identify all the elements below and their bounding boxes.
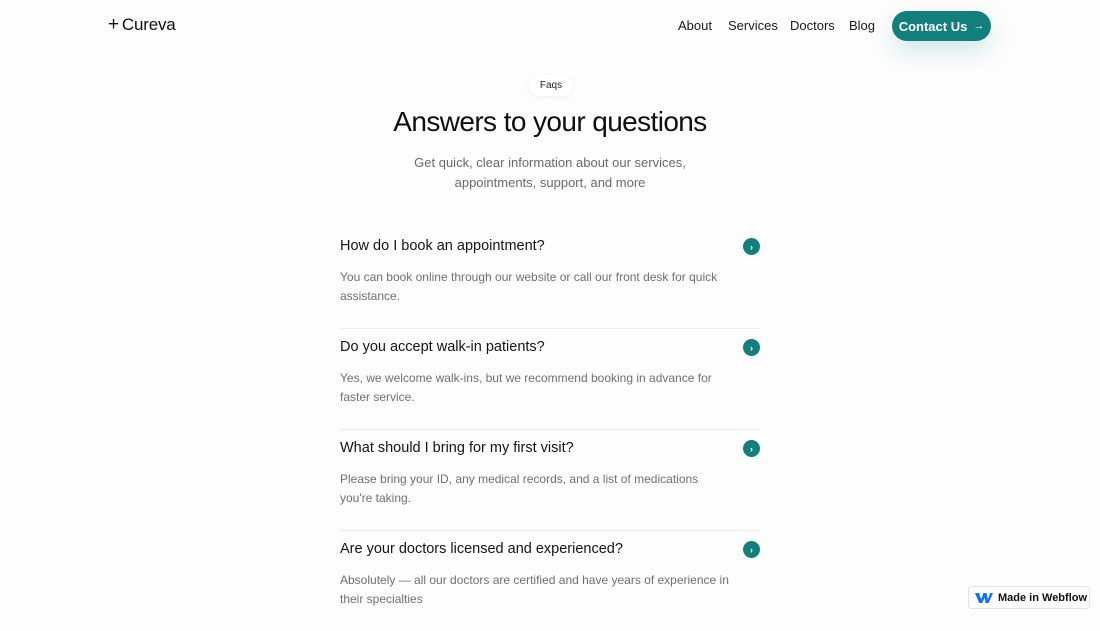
chevron-right-icon[interactable]: › <box>743 238 760 255</box>
nav-link-doctors[interactable]: Doctors <box>790 18 849 33</box>
nav-link-services[interactable]: Services <box>728 18 790 33</box>
contact-us-label: Contact Us <box>898 18 968 34</box>
faq-item[interactable]: Do you accept walk-in patients? › Yes, w… <box>340 329 760 430</box>
chevron-right-icon[interactable]: › <box>743 339 760 356</box>
page-title: Answers to your questions <box>393 106 707 137</box>
faq-question[interactable]: What should I bring for my first visit? <box>340 440 574 456</box>
navbar: + Cureva About Services Doctors Blog Con… <box>0 0 1100 52</box>
contact-us-button[interactable]: Contact Us → <box>892 11 991 41</box>
made-in-webflow-badge[interactable]: Made in Webflow <box>968 586 1090 609</box>
chevron-right-icon[interactable]: › <box>743 541 760 558</box>
faq-question[interactable]: Do you accept walk-in patients? <box>340 339 545 355</box>
faq-question[interactable]: Are your doctors licensed and experience… <box>340 541 623 557</box>
webflow-badge-label: Made in Webflow <box>998 591 1088 604</box>
brand-logo[interactable]: + Cureva <box>108 15 176 35</box>
faq-list: How do I book an appointment? › You can … <box>340 228 760 631</box>
faq-item[interactable]: How do I book an appointment? › You can … <box>340 228 760 329</box>
plus-icon: + <box>108 13 119 35</box>
faq-item[interactable]: What should I bring for my first visit? … <box>340 430 760 531</box>
nav-links: About Services Doctors Blog <box>678 18 889 33</box>
nav-link-about[interactable]: About <box>678 18 728 33</box>
arrow-right-icon: → <box>973 20 985 32</box>
chevron-right-icon[interactable]: › <box>743 440 760 457</box>
nav-link-blog[interactable]: Blog <box>849 18 889 33</box>
faq-question[interactable]: How do I book an appointment? <box>340 238 545 254</box>
faqs-badge: Faqs <box>529 75 573 96</box>
faq-answer: Please bring your ID, any medical record… <box>340 472 699 505</box>
webflow-logo-icon <box>975 592 993 603</box>
faq-answer: Yes, we welcome walk-ins, but we recomme… <box>340 371 712 404</box>
faq-answer: Absolutely — all our doctors are certifi… <box>340 573 729 606</box>
faq-answer: You can book online through our website … <box>340 270 718 303</box>
faq-item[interactable]: Are your doctors licensed and experience… <box>340 531 760 631</box>
brand-name: Cureva <box>121 15 176 34</box>
page-subtitle: Get quick, clear information about our s… <box>414 155 686 190</box>
